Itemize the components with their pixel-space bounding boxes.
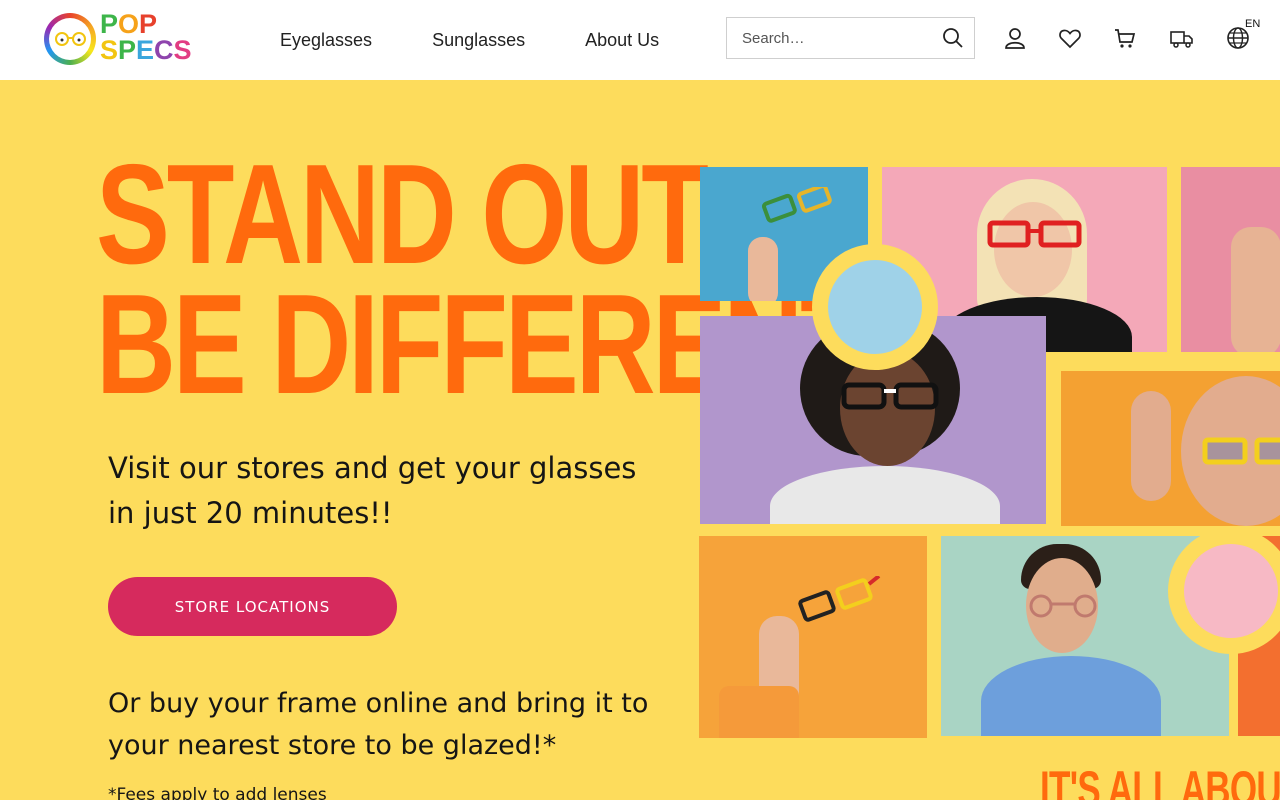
hero-tagline: IT'S ALL ABOUT Y [1040, 761, 1280, 800]
store-locations-button[interactable]: STORE LOCATIONS [108, 577, 397, 636]
logo-letter: S [100, 35, 119, 65]
search-input[interactable] [727, 18, 932, 58]
language-code[interactable]: EN [1245, 18, 1260, 30]
search-icon[interactable] [942, 27, 964, 49]
main-nav: Eyeglasses Sunglasses About Us [280, 30, 659, 51]
logo-letter: C [154, 35, 174, 65]
online-order-text: Or buy your frame online and bring it to… [108, 688, 649, 761]
hero-banner: STAND OUT. BE DIFFERENT. Visit our store… [0, 80, 1280, 800]
glasses-shape [987, 220, 1082, 248]
delivery-truck-icon[interactable] [1170, 26, 1194, 50]
decorative-circle-blue [812, 244, 938, 370]
glasses-shape [762, 187, 832, 223]
nav-sunglasses[interactable]: Sunglasses [432, 30, 525, 51]
photo-man-yellow-glasses [1061, 371, 1280, 526]
logo-letter: E [136, 35, 155, 65]
glasses-shape [841, 382, 939, 410]
sleeve-shape [719, 686, 799, 738]
fees-note: *Fees apply to add lenses [108, 785, 327, 800]
shirt-shape [981, 656, 1161, 736]
glasses-shape [1029, 594, 1097, 618]
glasses-shape [798, 576, 881, 622]
logo-letter: S [173, 35, 192, 65]
search-box [726, 17, 975, 59]
photo-hand-holding-glasses-orange [699, 536, 927, 738]
shirt-shape [770, 466, 1000, 524]
hand-shape [1131, 391, 1171, 501]
logo-text-pop: POP [100, 11, 157, 38]
nav-eyeglasses[interactable]: Eyeglasses [280, 30, 372, 51]
site-header: POP SPECS Eyeglasses Sunglasses About Us [0, 0, 1280, 80]
hand-shape [1231, 227, 1280, 352]
glasses-shape [1202, 437, 1280, 465]
nav-about-us[interactable]: About Us [585, 30, 659, 51]
photo-hand-pink [1181, 167, 1280, 352]
cart-icon[interactable] [1113, 26, 1137, 50]
face-shape [994, 202, 1072, 297]
logo-letter: P [118, 35, 137, 65]
logo-glasses-icon [55, 32, 86, 46]
popspecs-logo[interactable]: POP SPECS [42, 11, 202, 67]
hand-shape [748, 237, 778, 301]
user-icon[interactable] [1003, 26, 1027, 50]
heart-icon[interactable] [1058, 26, 1082, 50]
logo-text-specs: SPECS [100, 35, 192, 65]
hero-subtitle: Visit our stores and get your glasses in… [108, 451, 637, 530]
